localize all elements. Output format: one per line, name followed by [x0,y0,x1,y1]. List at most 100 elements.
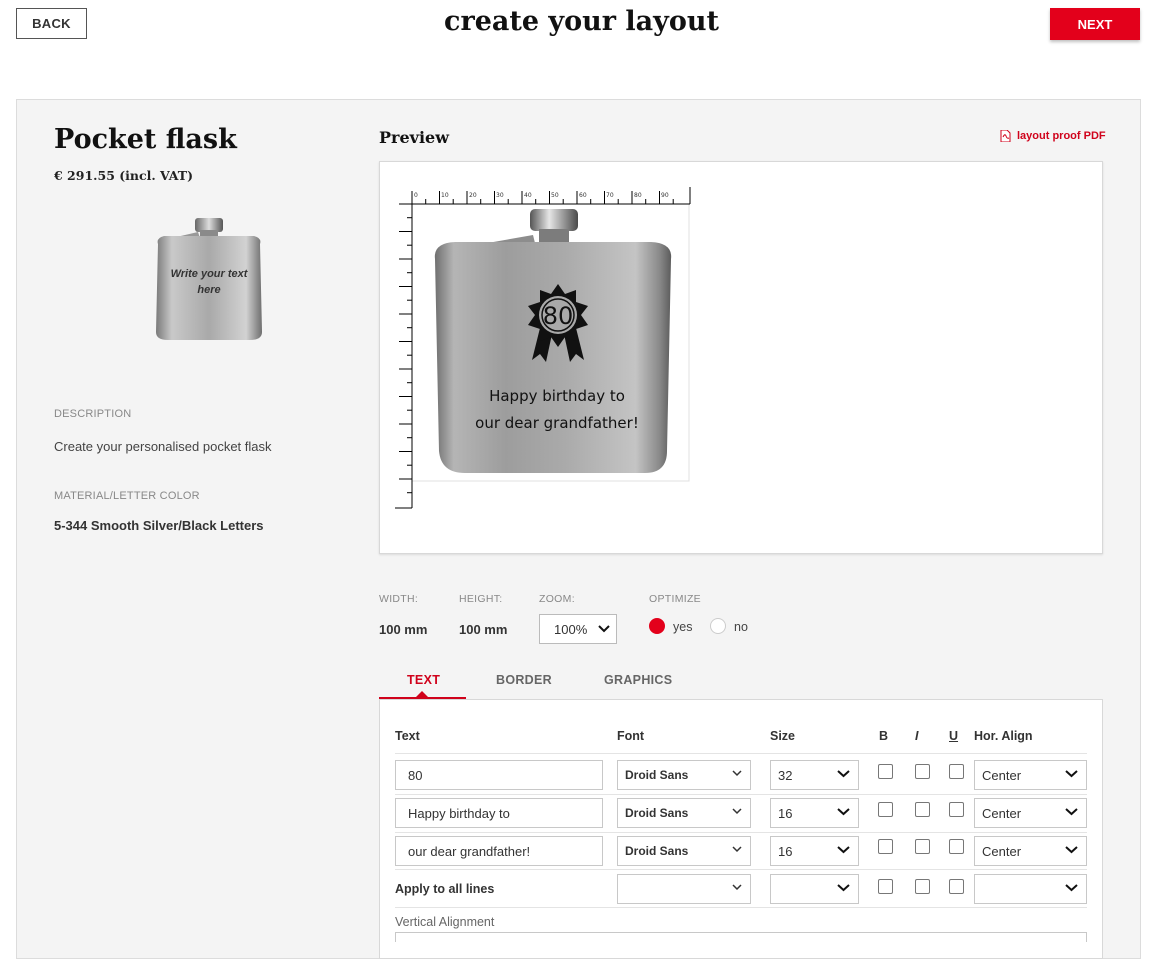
optimize-label: OPTIMIZE [649,593,701,605]
chevron-down-icon [1065,770,1078,778]
italic-checkbox-row2[interactable] [915,802,930,817]
horizontal-ruler-labels: 0 10 20 30 40 50 60 70 80 90 [414,192,669,199]
align-select-row2[interactable]: Center [974,798,1087,828]
zoom-value: 100% [554,621,588,637]
tab-text[interactable]: TEXT [407,673,440,687]
header-underline: U [949,729,959,743]
size-select-apply-all[interactable] [770,874,859,904]
chevron-down-icon [732,770,742,777]
chevron-down-icon [1065,884,1078,892]
italic-checkbox-row1[interactable] [915,764,930,779]
size-select-row1-value: 32 [778,767,793,783]
size-select-row3-value: 16 [778,843,793,859]
header-hor-align: Hor. Align [974,729,1033,743]
ruler-label-70: 70 [606,192,614,199]
underline-checkbox-row1[interactable] [949,764,964,779]
vertical-alignment-label: Vertical Alignment [395,915,495,929]
header-italic: I [915,729,919,743]
product-price: € 291.55 (incl. VAT) [54,168,194,183]
align-select-row3[interactable]: Center [974,836,1087,866]
flask-image [434,209,672,473]
align-select-row1[interactable]: Center [974,760,1087,790]
underline-checkbox-row2[interactable] [949,802,964,817]
material-label: MATERIAL/LETTER COLOR [54,490,200,502]
badge-number: 80 [543,302,574,330]
preview-drawing: 0 10 20 30 40 50 60 70 80 90 80 Happy bi… [395,187,691,509]
ruler-label-60: 60 [579,192,587,199]
chevron-down-icon [732,808,742,815]
pdf-link-label: layout proof PDF [1017,130,1106,142]
text-input-row3[interactable]: our dear grandfather! [395,836,603,866]
tab-graphics[interactable]: GRAPHICS [604,673,672,687]
row-divider [395,907,1087,908]
text-input-row2[interactable]: Happy birthday to [395,798,603,828]
chevron-down-icon [837,846,850,854]
bold-checkbox-row2[interactable] [878,802,893,817]
optimize-yes-radio[interactable] [649,618,665,634]
optimize-no-radio[interactable] [710,618,726,634]
text-input-row1[interactable]: 80 [395,760,603,790]
font-select-row2-value: Droid Sans [625,806,689,820]
font-select-row1[interactable]: Droid Sans [617,760,751,790]
preview-stage: 0 10 20 30 40 50 60 70 80 90 80 Happy bi… [393,185,693,515]
align-select-apply-all[interactable] [974,874,1087,904]
underline-checkbox-row3[interactable] [949,839,964,854]
bold-checkbox-row1[interactable] [878,764,893,779]
size-select-row1[interactable]: 32 [770,760,859,790]
bold-checkbox-apply-all[interactable] [878,879,893,894]
tab-border[interactable]: BORDER [496,673,552,687]
page-title: create your layout [444,6,719,37]
header-font: Font [617,729,645,743]
ruler-label-20: 20 [469,192,477,199]
chevron-down-icon [1065,808,1078,816]
row-divider [395,794,1087,795]
header-text: Text [395,729,420,743]
active-tab-caret [416,691,428,697]
chevron-down-icon [732,884,742,891]
ruler-label-40: 40 [524,192,532,199]
align-select-row2-value: Center [982,805,1022,821]
font-select-row3[interactable]: Droid Sans [617,836,751,866]
optimize-yes-label: yes [673,620,693,634]
engraving-line1: Happy birthday to [489,387,625,405]
ruler-label-50: 50 [551,192,559,199]
size-select-row2-value: 16 [778,805,793,821]
thumbnail-text-line1: Write your text [170,268,248,280]
chevron-down-icon [598,625,610,633]
row-divider [395,832,1087,833]
thumbnail-text: Write your text here [150,266,268,298]
apply-all-label: Apply to all lines [395,882,495,896]
bold-checkbox-row3[interactable] [878,839,893,854]
size-select-row3[interactable]: 16 [770,836,859,866]
italic-checkbox-apply-all[interactable] [915,879,930,894]
product-name: Pocket flask [54,124,237,155]
vertical-ruler-ticks [399,203,412,494]
font-select-apply-all[interactable] [617,874,751,904]
ruler-label-90: 90 [661,192,669,199]
chevron-down-icon [837,770,850,778]
preview-title: Preview [379,128,449,147]
thumbnail-text-line2: here [197,284,221,296]
align-select-row3-value: Center [982,843,1022,859]
pdf-icon [1000,130,1011,142]
chevron-down-icon [837,808,850,816]
chevron-down-icon [837,884,850,892]
vertical-alignment-select[interactable] [395,932,1087,942]
ruler-label-80: 80 [634,192,642,199]
next-button[interactable]: NEXT [1050,8,1140,40]
italic-checkbox-row3[interactable] [915,839,930,854]
font-select-row3-value: Droid Sans [625,844,689,858]
row-divider [395,869,1087,870]
ruler-label-30: 30 [496,192,504,199]
layout-proof-pdf-link[interactable]: layout proof PDF [1000,130,1106,142]
zoom-select[interactable]: 100% [539,614,617,644]
height-label: HEIGHT: [459,593,503,605]
ruler-label-0: 0 [414,192,418,199]
font-select-row1-value: Droid Sans [625,768,689,782]
underline-checkbox-apply-all[interactable] [949,879,964,894]
font-select-row2[interactable]: Droid Sans [617,798,751,828]
align-select-row1-value: Center [982,767,1022,783]
chevron-down-icon [732,846,742,853]
size-select-row2[interactable]: 16 [770,798,859,828]
header-size: Size [770,729,796,743]
